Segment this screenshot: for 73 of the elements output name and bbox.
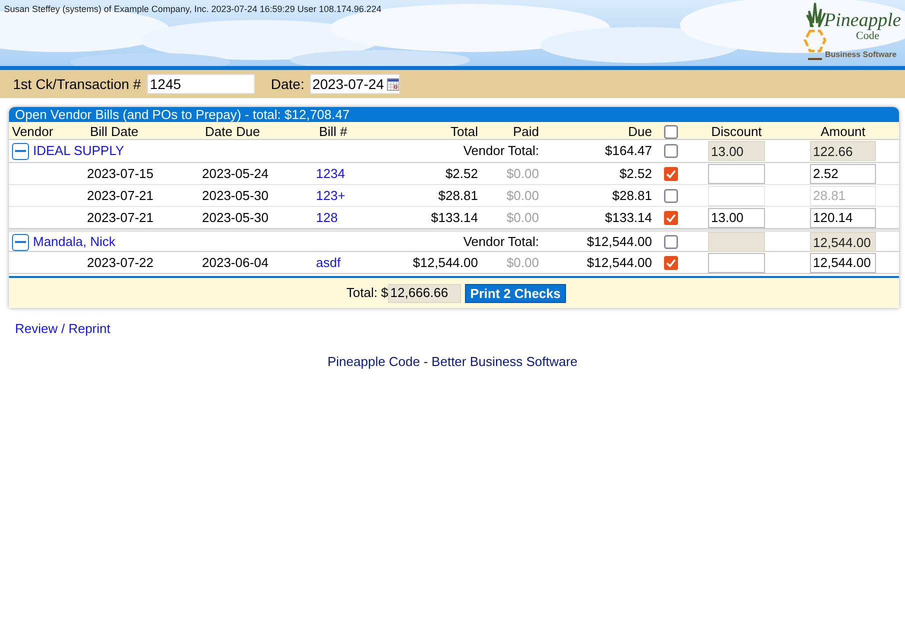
vendor-name-link[interactable]: IDEAL SUPPLY (33, 141, 124, 161)
vendor-total-label: Vendor Total: (463, 143, 539, 158)
amount-field[interactable]: 120.14 (810, 208, 876, 228)
logo-tagline: Business Software (825, 51, 897, 59)
checkbox[interactable] (664, 188, 678, 202)
column-header: Vendor (12, 124, 54, 139)
table-cell: 2023-07-21 (87, 188, 154, 203)
discount-field[interactable]: 13.00 (708, 208, 765, 228)
bill-number-link[interactable]: 1234 (316, 166, 345, 181)
logo-subtext: Code (856, 31, 880, 42)
vendor-name-link[interactable]: Mandala, Nick (33, 232, 116, 252)
checkbox[interactable] (664, 210, 678, 224)
vendor-due: $12,544.00 (586, 234, 652, 250)
checkbox[interactable] (664, 124, 678, 139)
bill-number-link[interactable]: 123+ (316, 188, 346, 203)
checkbox[interactable] (664, 166, 678, 180)
calendar-icon[interactable] (386, 76, 400, 92)
table-cell: $2.52 (619, 166, 652, 181)
column-header: Due (628, 124, 652, 139)
print-checks-button[interactable]: Print 2 Checks (465, 284, 566, 302)
discount-field[interactable] (708, 164, 765, 184)
transaction-label: 1st Ck/Transaction # (13, 74, 141, 94)
collapse-icon[interactable] (12, 142, 29, 160)
date-label: Date: (270, 74, 304, 94)
checkbox[interactable] (664, 144, 678, 158)
discount-field[interactable] (708, 252, 765, 272)
column-header: Bill Date (90, 124, 138, 139)
panel-title: Open Vendor Bills (and POs to Prepay) - total: $12,708.47 (9, 107, 899, 122)
amount-field[interactable]: 2.52 (810, 164, 876, 184)
amount-field[interactable]: 122.66 (810, 141, 876, 161)
table-cell: 2023-06-04 (202, 254, 268, 270)
column-header: Date Due (205, 124, 260, 139)
table-cell: 2023-05-30 (202, 188, 268, 203)
table-cell: $133.14 (605, 210, 652, 225)
table-cell: $12,544.00 (412, 254, 478, 270)
column-header: Bill # (319, 124, 348, 139)
user-info-text: Susan Steffey (systems) of Example Company, Inc. 2023-07-24 16:59:29 User 108.174.96.224 (4, 3, 382, 16)
discount-field[interactable] (708, 232, 765, 252)
vendor-total-label: Vendor Total: (463, 234, 539, 250)
table-cell: $0.00 (506, 188, 539, 203)
discount-field[interactable]: 13.00 (708, 141, 765, 161)
table-cell: $0.00 (506, 254, 539, 270)
table-cell: $12,544.00 (586, 254, 652, 270)
table-cell: $28.81 (438, 188, 478, 203)
bill-number-link[interactable]: 128 (316, 210, 338, 225)
table-cell: 2023-05-30 (202, 210, 268, 225)
bill-number-link[interactable]: asdf (316, 254, 341, 270)
logo-text: Pineapple (824, 11, 902, 30)
review-reprint-link[interactable]: Review / Reprint (15, 321, 110, 336)
amount-field[interactable]: 12,544.00 (810, 252, 876, 272)
table-cell: 2023-07-21 (87, 210, 154, 225)
checkbox[interactable] (664, 256, 678, 270)
column-header: Amount (820, 124, 866, 139)
table-cell: 2023-07-15 (87, 166, 154, 181)
amount-field[interactable]: 12,544.00 (810, 232, 876, 252)
table-cell: $28.81 (612, 188, 652, 203)
table-cell: $0.00 (506, 166, 539, 181)
collapse-icon[interactable] (12, 234, 29, 250)
column-header: Discount (711, 124, 762, 139)
vendor-due: $164.47 (605, 143, 652, 158)
table-cell: $0.00 (506, 210, 539, 225)
table-cell: 2023-05-24 (202, 166, 268, 181)
column-header: Paid (512, 124, 539, 139)
column-header: Total (450, 124, 478, 139)
table-cell: 2023-07-22 (87, 254, 154, 270)
checkbox[interactable] (664, 235, 678, 249)
transaction-input[interactable]: 1245 (146, 74, 255, 94)
footer-text: Pineapple Code - Better Business Software (327, 354, 578, 368)
table-cell: $2.52 (445, 166, 478, 181)
table-cell: $133.14 (431, 210, 478, 225)
date-field[interactable]: 2023-07-24 (310, 74, 400, 94)
total-label: Total: $ (346, 284, 388, 302)
total-field[interactable]: 12,666.66 (388, 284, 462, 302)
